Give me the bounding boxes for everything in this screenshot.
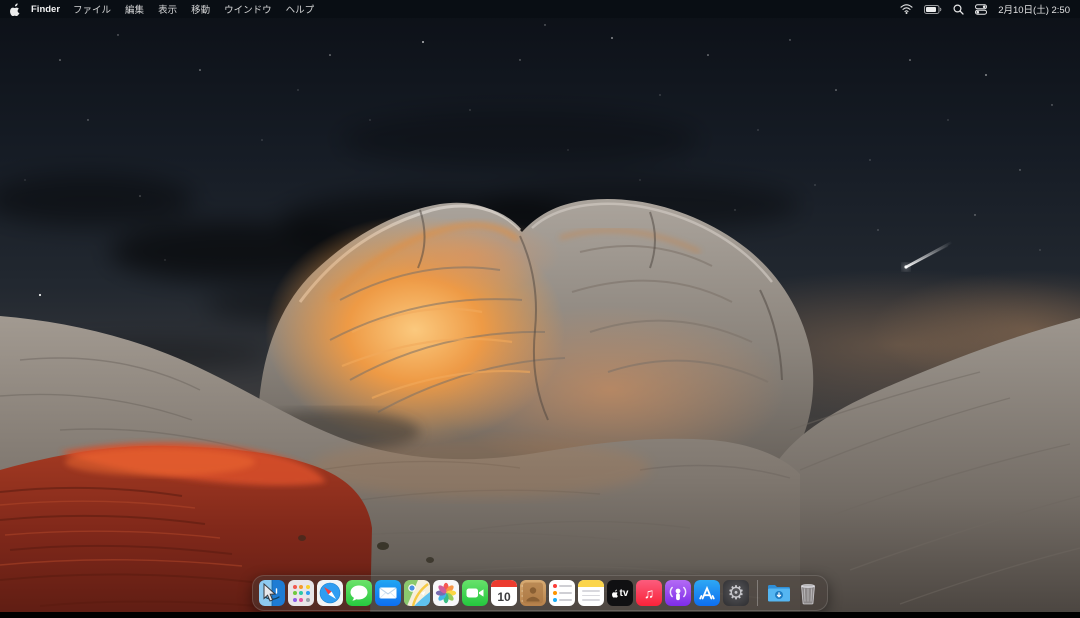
menubar-app-name[interactable]: Finder [31, 4, 60, 15]
dock-calendar-icon[interactable]: 10 [491, 580, 517, 606]
notes-header [578, 580, 604, 587]
dock-safari-icon[interactable] [317, 580, 343, 606]
menubar-datetime[interactable]: 2月10日(土) 2:50 [998, 2, 1070, 16]
dock-messages-icon[interactable] [346, 580, 372, 606]
menu-bar: Finder ファイル 編集 表示 移動 ウインドウ ヘルプ [0, 0, 1080, 18]
dock-mail-icon[interactable] [375, 580, 401, 606]
dock-launchpad-icon[interactable] [288, 580, 314, 606]
desktop-wallpaper [0, 0, 1080, 618]
desktop: Finder ファイル 編集 表示 移動 ウインドウ ヘルプ [0, 0, 1080, 618]
control-center-icon[interactable] [975, 4, 987, 15]
menu-view[interactable]: 表示 [151, 2, 184, 16]
dock-finder-icon[interactable] [259, 580, 285, 606]
calendar-header [491, 580, 517, 587]
dock-notes-icon[interactable] [578, 580, 604, 606]
dock-separator [757, 580, 758, 606]
dock-reminders-icon[interactable] [549, 580, 575, 606]
dock-photos-icon[interactable] [433, 580, 459, 606]
dock-facetime-icon[interactable] [462, 580, 488, 606]
menu-go[interactable]: 移動 [184, 2, 217, 16]
search-icon[interactable] [953, 4, 964, 15]
tv-label: tv [620, 588, 629, 599]
battery-icon[interactable] [924, 5, 942, 14]
dock-contacts-icon[interactable] [520, 580, 546, 606]
dock-settings-icon[interactable]: ⚙ [723, 580, 749, 606]
dock-podcasts-icon[interactable] [665, 580, 691, 606]
dock-music-icon[interactable]: ♫ [636, 580, 662, 606]
dock-maps-icon[interactable] [404, 580, 430, 606]
menu-edit[interactable]: 編集 [118, 2, 151, 16]
menu-file[interactable]: ファイル [66, 2, 118, 16]
letterbox-bar [0, 612, 1080, 618]
calendar-day: 10 [491, 587, 517, 606]
menu-window[interactable]: ウインドウ [217, 2, 279, 16]
dock-appstore-icon[interactable] [694, 580, 720, 606]
dock-downloads-folder[interactable] [766, 580, 792, 606]
menu-help[interactable]: ヘルプ [279, 2, 322, 16]
dock: 10 [252, 575, 828, 611]
apple-logo-small [612, 589, 619, 598]
dock-trash-icon[interactable] [795, 580, 821, 606]
apple-icon[interactable] [10, 3, 21, 16]
wifi-icon[interactable] [900, 4, 913, 14]
dock-tv-icon[interactable]: tv [607, 580, 633, 606]
